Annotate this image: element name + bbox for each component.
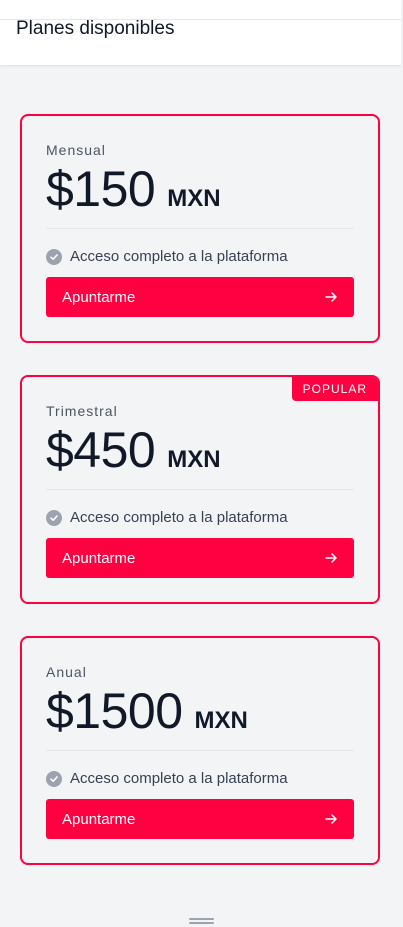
price-amount: $1500	[46, 683, 183, 739]
price-currency: MXN	[167, 185, 221, 212]
plan-card-trimestral: POPULAR Trimestral $450 MXN Acceso compl…	[20, 375, 380, 604]
price-currency: MXN	[194, 707, 248, 734]
feature-item: Acceso completo a la plataforma	[46, 509, 288, 526]
page-title: Planes disponibles	[16, 18, 175, 39]
apuntarme-button[interactable]: Apuntarme	[46, 277, 354, 317]
plan-price: $150 MXN	[46, 160, 221, 218]
check-circle-icon	[46, 770, 62, 787]
price-amount: $150	[46, 161, 156, 217]
drag-handle-icon[interactable]	[189, 918, 214, 927]
price-amount: $450	[46, 422, 156, 478]
plan-name: Mensual	[46, 142, 106, 158]
plan-card-anual: Anual $1500 MXN Acceso completo a la pla…	[20, 636, 380, 865]
card-divider	[46, 750, 354, 751]
plan-price: $1500 MXN	[46, 682, 248, 740]
card-divider	[46, 489, 354, 490]
arrow-right-icon	[324, 551, 338, 565]
feature-text: Acceso completo a la plataforma	[70, 248, 288, 265]
card-divider	[46, 228, 354, 229]
feature-text: Acceso completo a la plataforma	[70, 770, 288, 787]
arrow-right-icon	[324, 812, 338, 826]
popular-badge: POPULAR	[291, 377, 378, 401]
price-currency: MXN	[167, 446, 221, 473]
apuntarme-button-label: Apuntarme	[62, 549, 136, 567]
apuntarme-button[interactable]: Apuntarme	[46, 538, 354, 578]
plan-card-mensual: Mensual $150 MXN Acceso completo a la pl…	[20, 114, 380, 343]
check-circle-icon	[46, 509, 62, 526]
feature-item: Acceso completo a la plataforma	[46, 770, 288, 787]
top-bar: Planes disponibles	[0, 0, 401, 66]
arrow-right-icon	[324, 290, 338, 304]
check-circle-icon	[46, 248, 62, 265]
apuntarme-button[interactable]: Apuntarme	[46, 799, 354, 839]
plan-name: Anual	[46, 664, 87, 680]
feature-text: Acceso completo a la plataforma	[70, 509, 288, 526]
apuntarme-button-label: Apuntarme	[62, 810, 136, 828]
apuntarme-button-label: Apuntarme	[62, 288, 136, 306]
feature-item: Acceso completo a la plataforma	[46, 248, 288, 265]
plan-name: Trimestral	[46, 403, 118, 419]
plan-price: $450 MXN	[46, 421, 221, 479]
